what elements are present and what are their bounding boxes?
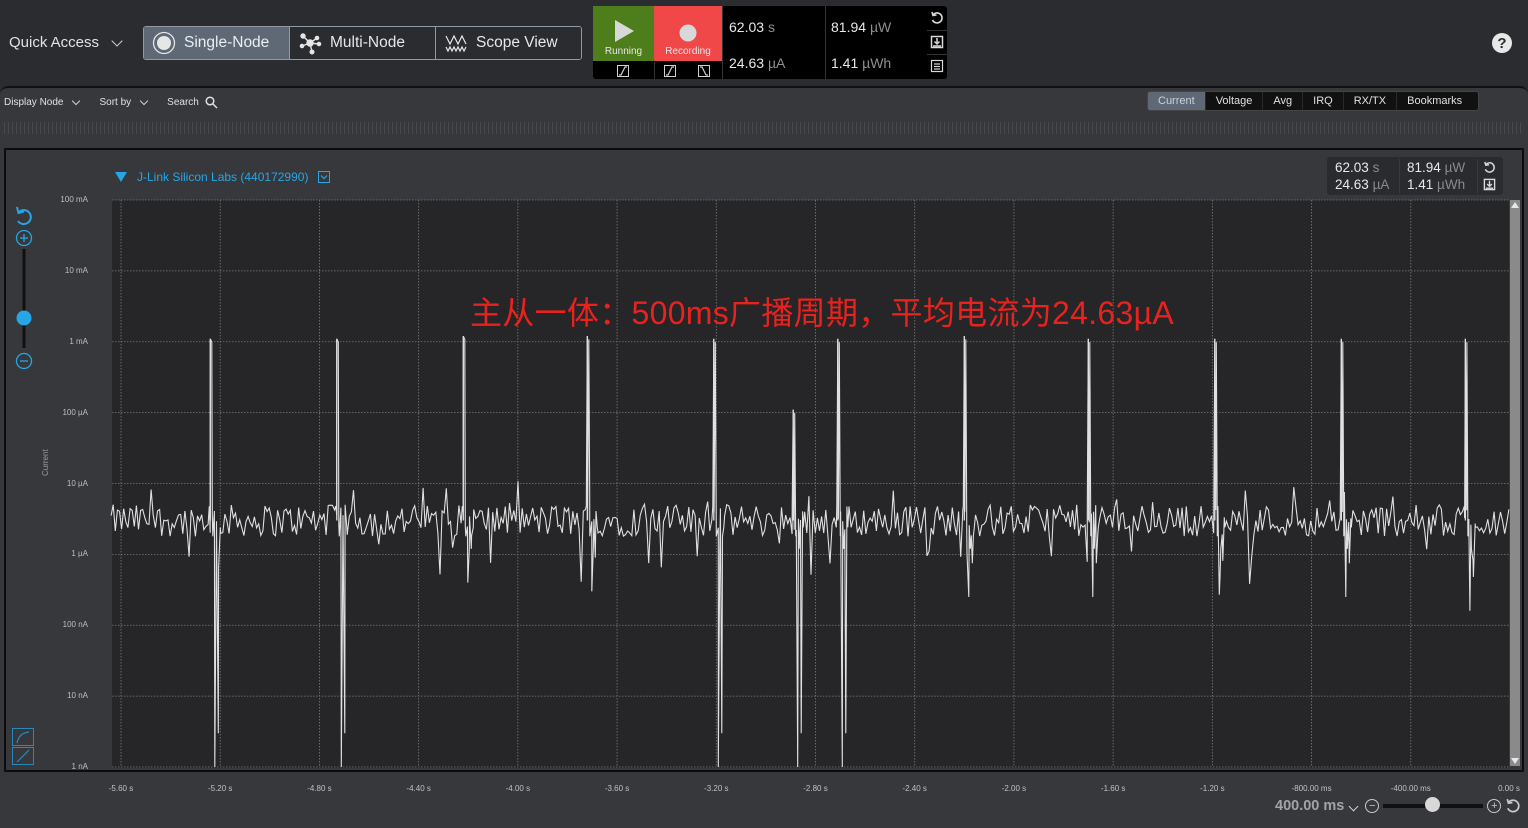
time-zoom-slider[interactable] [1383, 797, 1484, 812]
current-trace-chart [110, 199, 1510, 768]
current-trace-line [110, 335, 1510, 768]
time-zoom-in-icon[interactable]: + [1487, 799, 1502, 813]
time-window-dropdown[interactable]: 400.00 ms [1275, 798, 1344, 814]
annotation-text: 主从一体：500ms广播周期，平均电流为24.63µA [470, 295, 1175, 331]
grid-lines [112, 199, 1509, 768]
vertical-scrollbar[interactable] [1510, 200, 1520, 766]
chevron-down-icon[interactable] [1348, 801, 1359, 811]
time-zoom-out-icon[interactable]: − [1365, 799, 1380, 813]
time-zoom-slider-thumb[interactable] [1425, 797, 1441, 812]
trace-group [110, 335, 1510, 768]
time-scale-control: 400.00 ms − + [1275, 797, 1521, 814]
time-reset-icon[interactable] [1505, 798, 1521, 814]
